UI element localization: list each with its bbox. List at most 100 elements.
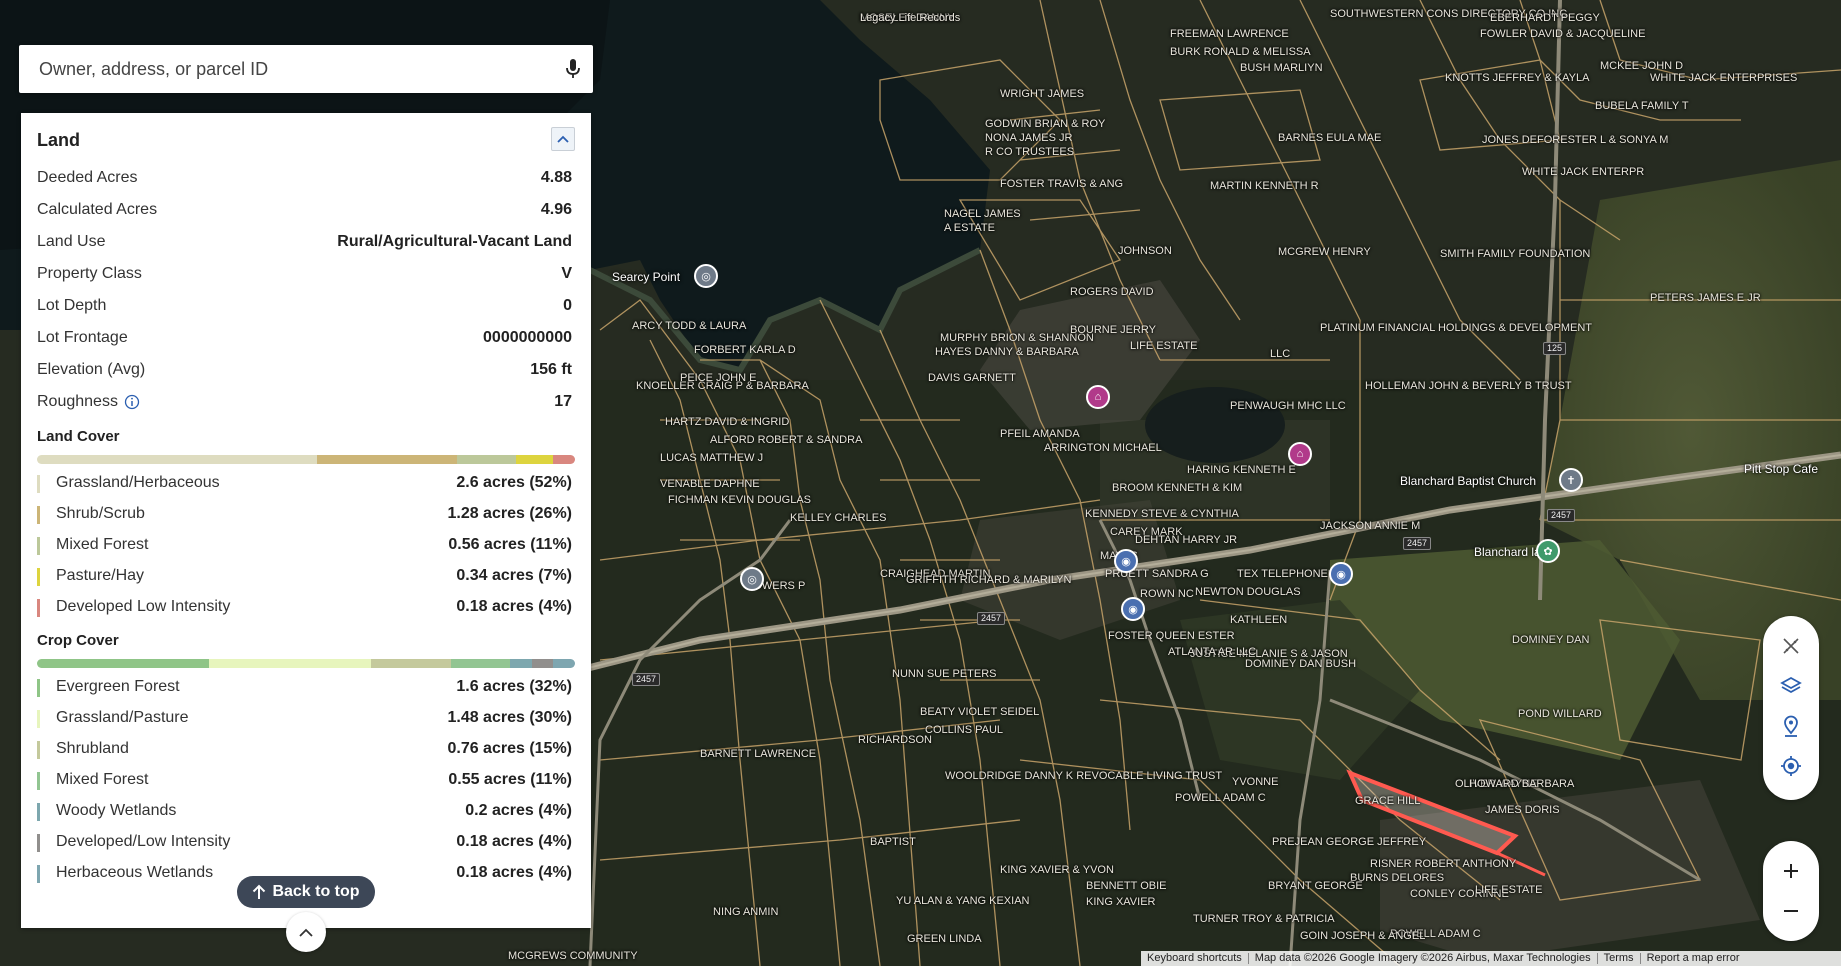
back-to-top-label: Back to top xyxy=(272,883,360,900)
parcel-owner-label: JACKSON ANNIE M xyxy=(1320,520,1421,532)
land-fields: Deeded Acres 4.88 Calculated Acres 4.96 Land… xyxy=(21,163,591,419)
color-swatch xyxy=(37,772,40,790)
place-label-searcy-point: Searcy Point xyxy=(612,270,681,284)
parcel-owner-label: BURK RONALD & MELISSA xyxy=(1170,46,1311,58)
parcel-owner-label: NING ANMIN xyxy=(713,906,779,918)
mic-button[interactable] xyxy=(553,45,593,93)
parcel-owner-label: TEX TELEPHONE xyxy=(1237,568,1328,580)
parcel-owner-label: JOHNSON xyxy=(1118,245,1172,257)
chevron-up-icon xyxy=(299,928,313,937)
parcel-owner-label: WRIGHT JAMES xyxy=(1000,88,1085,100)
parcel-owner-label: LUCAS MATTHEW J xyxy=(660,452,764,464)
cover-value: 0.76 acres (15%) xyxy=(447,740,572,757)
land-cover-item: Mixed Forest 0.56 acres (11%) xyxy=(21,530,591,561)
arrow-up-icon xyxy=(253,884,266,899)
locate-icon xyxy=(1781,756,1801,776)
color-swatch xyxy=(37,506,40,524)
parcel-owner-label: PETERS JAMES E JR xyxy=(1650,292,1761,304)
poi-lake-icon[interactable]: ✿ xyxy=(1536,539,1560,563)
cover-value: 1.28 acres (26%) xyxy=(447,505,572,522)
parcel-owner-label: FICHMAN KEVIN DOUGLAS xyxy=(668,494,812,506)
field-value: 4.88 xyxy=(540,169,572,186)
parcel-owner-label: ALFORD ROBERT & SANDRA xyxy=(710,434,863,446)
zoom-out-button[interactable] xyxy=(1763,891,1819,931)
parcel-owner-label: FREEMAN LAWRENCE xyxy=(1170,28,1289,40)
crop-cover-bar-segment xyxy=(531,659,554,668)
color-swatch xyxy=(37,710,40,728)
parcel-owner-label: MCGREWS COMMUNITY xyxy=(508,950,638,962)
poi-searcy-point-icon[interactable]: ◎ xyxy=(694,264,718,288)
measure-icon xyxy=(1783,638,1799,654)
poi-shop-icon[interactable]: ◉ xyxy=(1114,549,1138,573)
land-panel: Land Deeded Acres 4.88 Calculated Acres 4.9… xyxy=(21,113,591,928)
parcel-owner-label: RICHARDSON xyxy=(858,734,932,746)
info-icon[interactable] xyxy=(124,394,140,410)
cover-value: 1.6 acres (32%) xyxy=(456,678,572,695)
zoom-controls xyxy=(1763,841,1819,941)
search-input[interactable] xyxy=(19,45,553,93)
parcel-owner-label: JONES DEFORESTER L & SONYA M xyxy=(1482,134,1669,146)
mic-icon xyxy=(566,59,580,78)
field-label: Deeded Acres xyxy=(37,169,138,186)
parcel-owner-label: DEHTAN HARRY JR xyxy=(1135,534,1238,546)
cover-label: Mixed Forest xyxy=(56,536,149,553)
field-value: Rural/Agricultural-Vacant Land xyxy=(337,233,572,250)
road-shield-2457-d: 2457 xyxy=(632,673,661,686)
cover-label: Woody Wetlands xyxy=(56,802,177,819)
field-value: V xyxy=(561,265,572,282)
field-row: Deeded Acres 4.88 xyxy=(21,163,591,195)
land-cover-item: Shrub/Scrub 1.28 acres (26%) xyxy=(21,499,591,530)
poi-store-icon[interactable]: ◉ xyxy=(1329,562,1353,586)
cover-label: Mixed Forest xyxy=(56,771,149,788)
zoom-in-button[interactable] xyxy=(1763,851,1819,891)
parcel-owner-label: ARRINGTON MICHAEL xyxy=(1044,442,1162,454)
land-cover-title: Land Cover xyxy=(37,428,120,445)
parcel-owner-label: KNOTTS JEFFREY & KAYLA xyxy=(1445,72,1590,84)
parcel-owner-label: HOWARD BARBARA xyxy=(1469,778,1575,790)
locate-me-button[interactable] xyxy=(1777,752,1805,780)
parcel-owner-label: POND WILLARD xyxy=(1518,708,1602,720)
poi-telephone-icon[interactable]: ◉ xyxy=(1121,597,1145,621)
layers-button[interactable] xyxy=(1777,672,1805,700)
collapse-panel-button[interactable] xyxy=(551,127,575,151)
parcel-owner-label: POWELL ADAM C xyxy=(1175,792,1266,804)
road-shield-2457-a: 2457 xyxy=(977,612,1006,625)
report-map-error-link[interactable]: Report a map error xyxy=(1641,953,1746,964)
poi-church-icon[interactable]: ✝ xyxy=(1559,468,1583,492)
color-swatch xyxy=(37,599,40,617)
poi-lodging-icon[interactable]: ⌂ xyxy=(1288,442,1312,466)
land-cover-bar-segment xyxy=(37,455,317,464)
road-shield-2457-b: 2457 xyxy=(1403,537,1432,550)
parcel-owner-label: MCKEE JOHN D xyxy=(1600,60,1684,72)
keyboard-shortcuts-link[interactable]: Keyboard shortcuts xyxy=(1141,953,1249,964)
parcel-owner-label: BARNES EULA MAE xyxy=(1278,132,1382,144)
measure-button[interactable] xyxy=(1777,632,1805,660)
parcel-owner-label: GRIFFITH RICHARD & MARILYN xyxy=(906,574,1072,586)
land-cover-bar-segment xyxy=(316,455,457,464)
parcel-owner-label: WHITE JACK ENTERPRISES xyxy=(1650,72,1798,84)
parcel-owner-label: Legacy Life Records xyxy=(860,12,961,24)
parcel-owner-label: PREJEAN GEORGE JEFFREY xyxy=(1272,836,1427,848)
poi-park-icon[interactable]: ◎ xyxy=(740,567,764,591)
parcel-owner-label: BOURNE JERRY xyxy=(1070,324,1156,336)
land-cover-bar xyxy=(37,455,575,464)
parcel-owner-label: BARNETT LAWRENCE xyxy=(700,748,817,760)
drop-pin-button[interactable] xyxy=(1777,712,1805,740)
land-cover-bar-segment xyxy=(553,455,575,464)
cover-value: 0.2 acres (4%) xyxy=(465,802,572,819)
parcel-owner-label: HARING KENNETH E xyxy=(1187,464,1296,476)
color-swatch xyxy=(37,865,40,883)
parcel-owner-label: NONA JAMES JR xyxy=(985,132,1073,144)
crop-cover-bar-segment xyxy=(553,659,575,668)
land-cover-item: Grassland/Herbaceous 2.6 acres (52%) xyxy=(21,468,591,499)
parcel-owner-label: LIFE ESTATE xyxy=(1475,884,1543,896)
crop-cover-bar-segment xyxy=(510,659,532,668)
parcel-owner-label: BAPTIST xyxy=(870,836,916,848)
parcel-owner-label: GODWIN BRIAN & ROY xyxy=(985,118,1106,130)
field-row: Lot Frontage 0000000000 xyxy=(21,323,591,355)
terms-link[interactable]: Terms xyxy=(1598,953,1641,964)
poi-rv-park-icon[interactable]: ⌂ xyxy=(1086,385,1110,409)
panel-toggle-button[interactable] xyxy=(286,912,326,952)
back-to-top-button[interactable]: Back to top xyxy=(237,876,375,908)
parcel-owner-label: NAGEL JAMES xyxy=(944,208,1021,220)
